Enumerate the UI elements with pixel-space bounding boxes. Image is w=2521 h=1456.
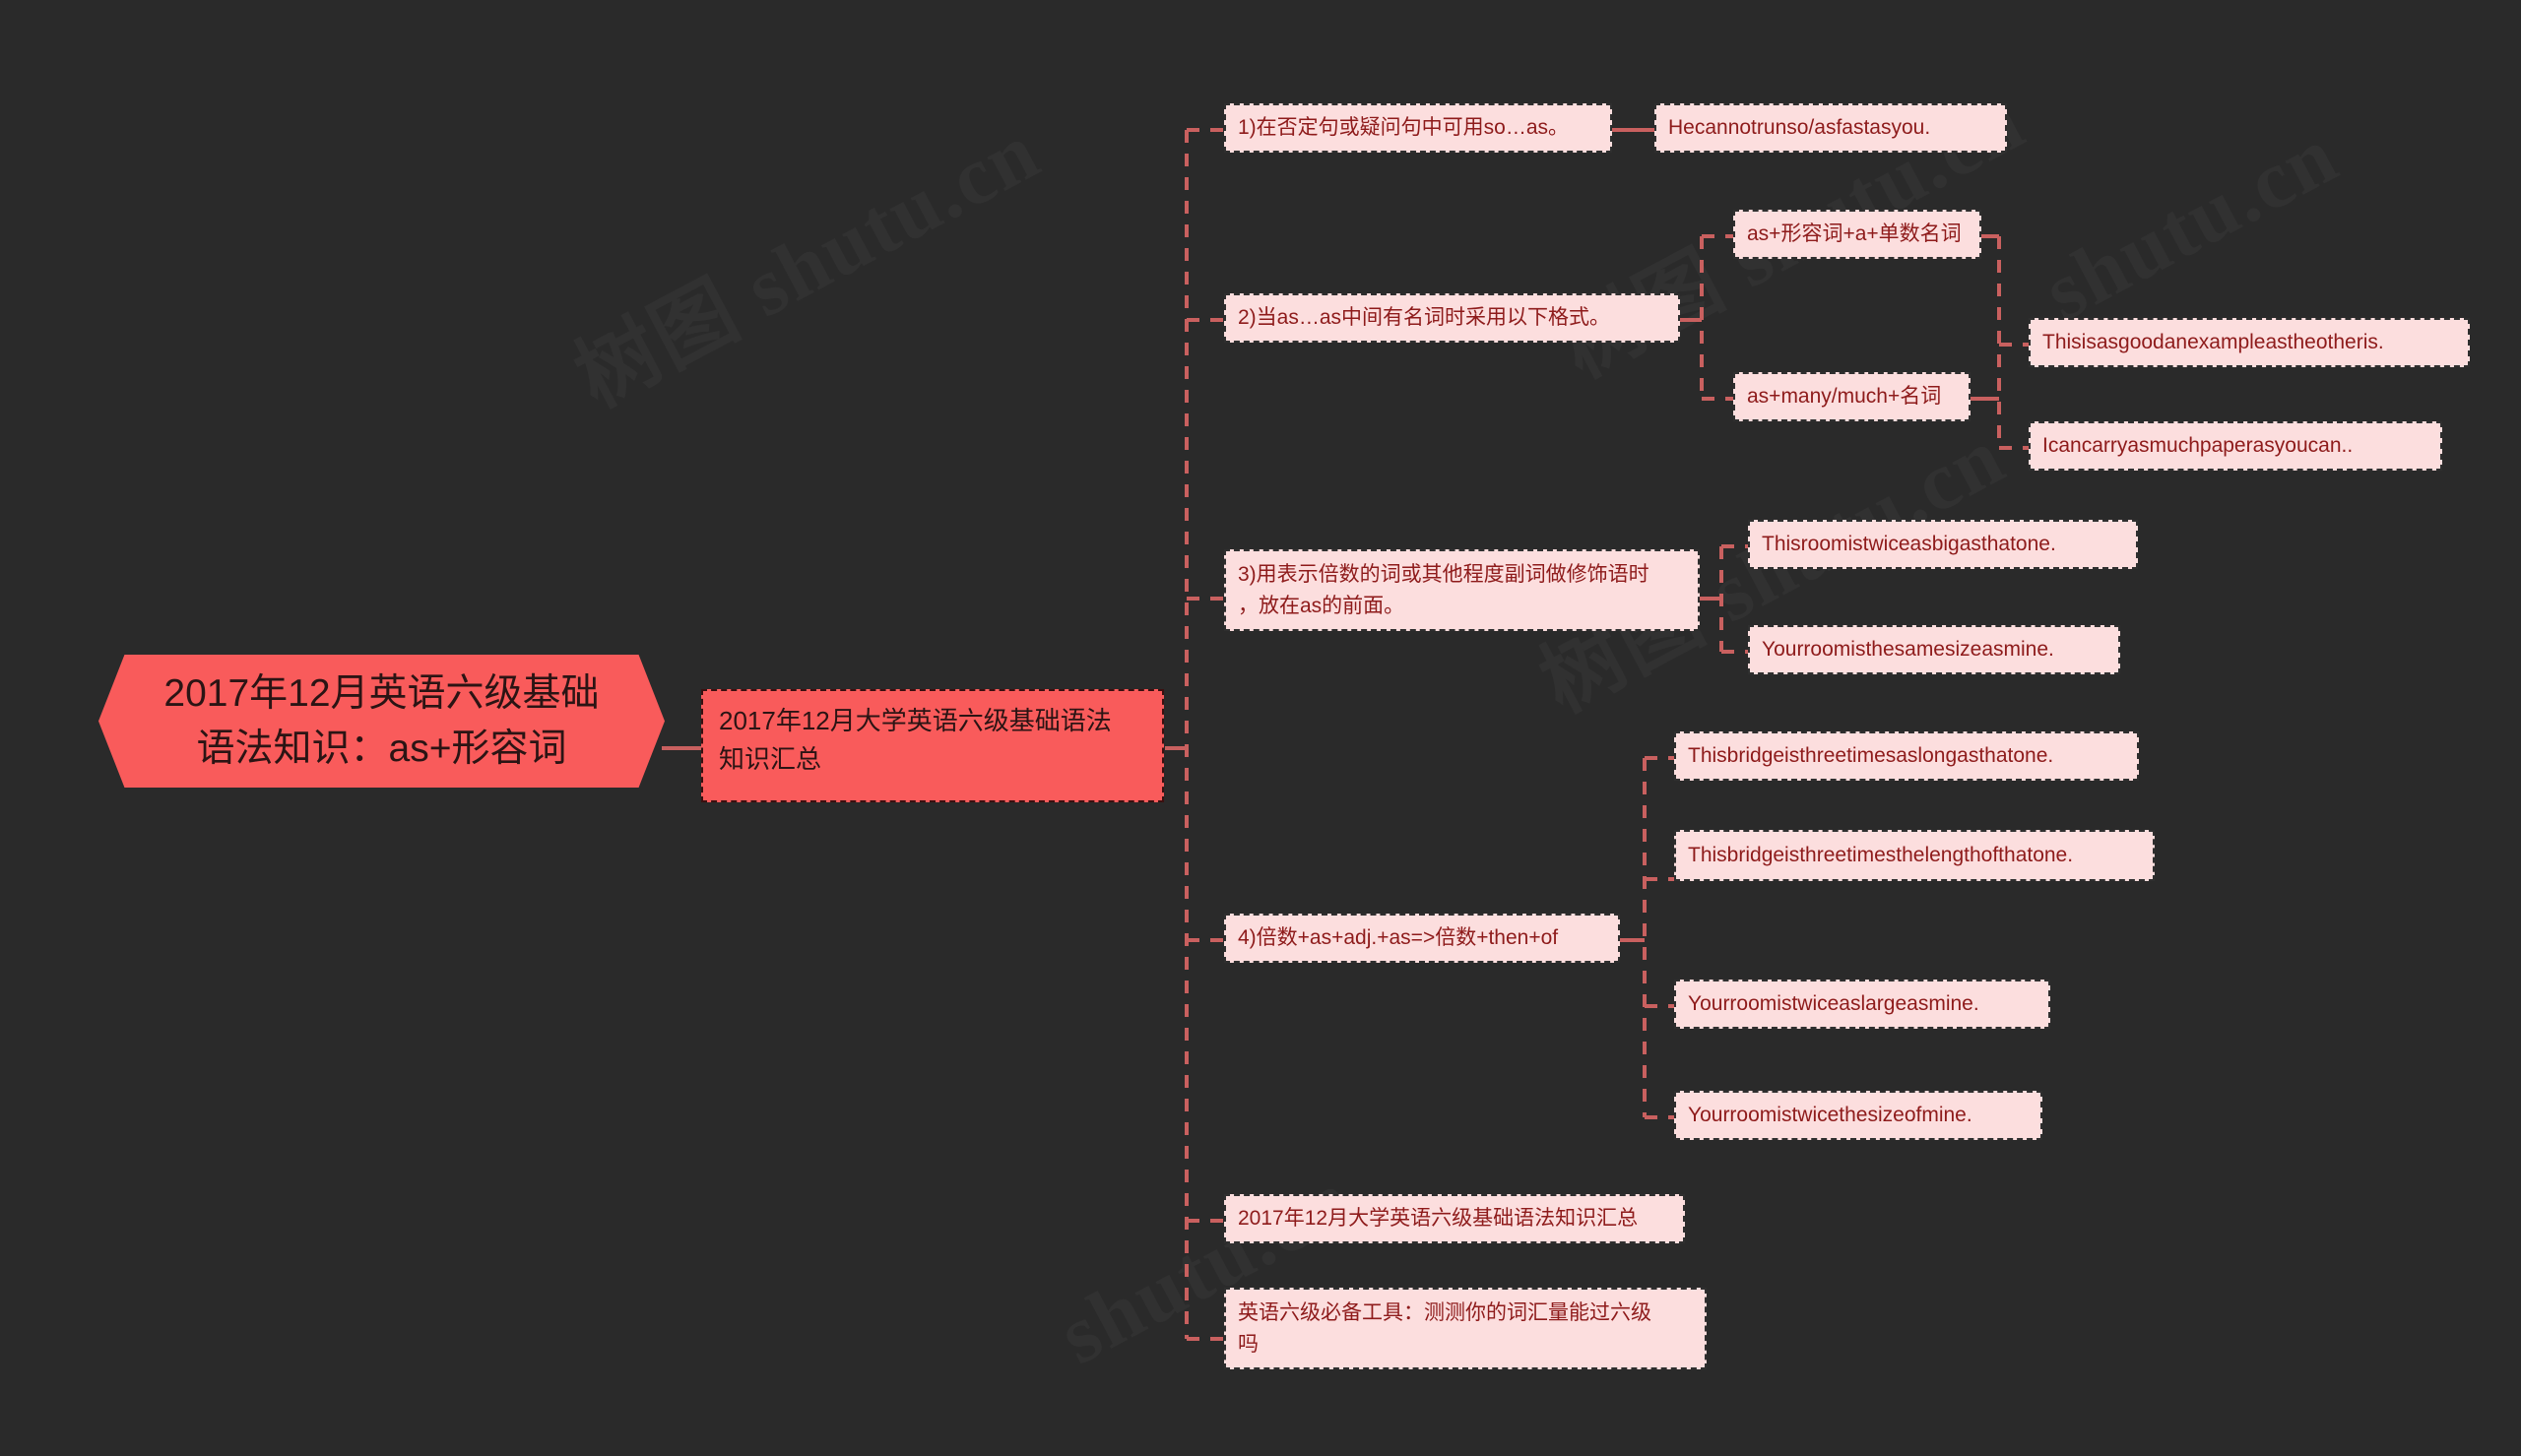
- watermark: shutu.cn: [2029, 107, 2354, 341]
- branch-node-3-label: 3)用表示倍数的词或其他程度副词做修饰语时 ，放在as的前面。: [1238, 563, 1649, 617]
- leaf-node-1-1-label: Hecannotrunso/asfastasyou.: [1668, 116, 1931, 139]
- root-node-label: 2017年12月英语六级基础 语法知识：as+形容词: [163, 672, 600, 770]
- leaf-node-2-1-1[interactable]: Thisisasgoodanexampleastheotheris.: [2029, 318, 2470, 368]
- branch-node-4[interactable]: 4)倍数+as+adj.+as=>倍数+then+of: [1224, 914, 1620, 964]
- leaf-node-3-2-label: Yourroomisthesamesizeasmine.: [1762, 638, 2054, 661]
- branch-node-6[interactable]: 英语六级必备工具：测测你的词汇量能过六级 吗: [1224, 1288, 1707, 1369]
- leaf-node-3-1[interactable]: Thisroomistwiceasbigasthatone.: [1748, 520, 2138, 570]
- branch-node-1-label: 1)在否定句或疑问句中可用so…as。: [1238, 116, 1570, 139]
- leaf-node-4-2-label: Thisbridgeisthreetimesthelengthofthatone…: [1688, 844, 2074, 866]
- leaf-node-2-1-label: as+形容词+a+单数名词: [1747, 222, 1962, 245]
- branch-node-3[interactable]: 3)用表示倍数的词或其他程度副词做修饰语时 ，放在as的前面。: [1224, 549, 1700, 631]
- topic-node[interactable]: 2017年12月大学英语六级基础语法 知识汇总: [701, 689, 1164, 802]
- leaf-node-2-2-1[interactable]: Icancarryasmuchpaperasyoucan..: [2029, 421, 2442, 472]
- branch-node-2-label: 2)当as…as中间有名词时采用以下格式。: [1238, 306, 1611, 329]
- leaf-node-4-4[interactable]: Yourroomistwicethesizeofmine.: [1674, 1091, 2042, 1141]
- branch-node-6-label: 英语六级必备工具：测测你的词汇量能过六级 吗: [1238, 1301, 1651, 1356]
- branch-node-2[interactable]: 2)当as…as中间有名词时采用以下格式。: [1224, 293, 1680, 344]
- leaf-node-2-2-1-label: Icancarryasmuchpaperasyoucan..: [2042, 434, 2354, 457]
- branch-node-5-label: 2017年12月大学英语六级基础语法知识汇总: [1238, 1207, 1639, 1230]
- leaf-node-1-1[interactable]: Hecannotrunso/asfastasyou.: [1654, 103, 2007, 154]
- leaf-node-2-1-1-label: Thisisasgoodanexampleastheotheris.: [2042, 331, 2384, 353]
- leaf-node-4-4-label: Yourroomistwicethesizeofmine.: [1688, 1104, 1972, 1126]
- leaf-node-4-1-label: Thisbridgeisthreetimesaslongasthatone.: [1688, 744, 2054, 767]
- leaf-node-2-1[interactable]: as+形容词+a+单数名词: [1733, 210, 1981, 260]
- leaf-node-4-3-label: Yourroomistwiceaslargeasmine.: [1688, 992, 1979, 1015]
- topic-node-label: 2017年12月大学英语六级基础语法 知识汇总: [719, 706, 1112, 774]
- leaf-node-4-2[interactable]: Thisbridgeisthreetimesthelengthofthatone…: [1674, 830, 2155, 881]
- leaf-node-2-2[interactable]: as+many/much+名词: [1733, 372, 1971, 422]
- leaf-node-3-2[interactable]: Yourroomisthesamesizeasmine.: [1748, 625, 2120, 675]
- watermark: 树图 shutu.cn: [551, 86, 1057, 429]
- mindmap-canvas: 树图 shutu.cn 树图 shutu.cn 树图 shutu.cn shut…: [0, 0, 2521, 1456]
- root-node[interactable]: 2017年12月英语六级基础 语法知识：as+形容词: [98, 655, 665, 788]
- leaf-node-2-2-label: as+many/much+名词: [1747, 385, 1942, 408]
- leaf-node-3-1-label: Thisroomistwiceasbigasthatone.: [1762, 533, 2056, 555]
- branch-node-5[interactable]: 2017年12月大学英语六级基础语法知识汇总: [1224, 1194, 1685, 1244]
- leaf-node-4-1[interactable]: Thisbridgeisthreetimesaslongasthatone.: [1674, 731, 2139, 782]
- branch-node-1[interactable]: 1)在否定句或疑问句中可用so…as。: [1224, 103, 1612, 154]
- branch-node-4-label: 4)倍数+as+adj.+as=>倍数+then+of: [1238, 926, 1559, 949]
- leaf-node-4-3[interactable]: Yourroomistwiceaslargeasmine.: [1674, 980, 2050, 1030]
